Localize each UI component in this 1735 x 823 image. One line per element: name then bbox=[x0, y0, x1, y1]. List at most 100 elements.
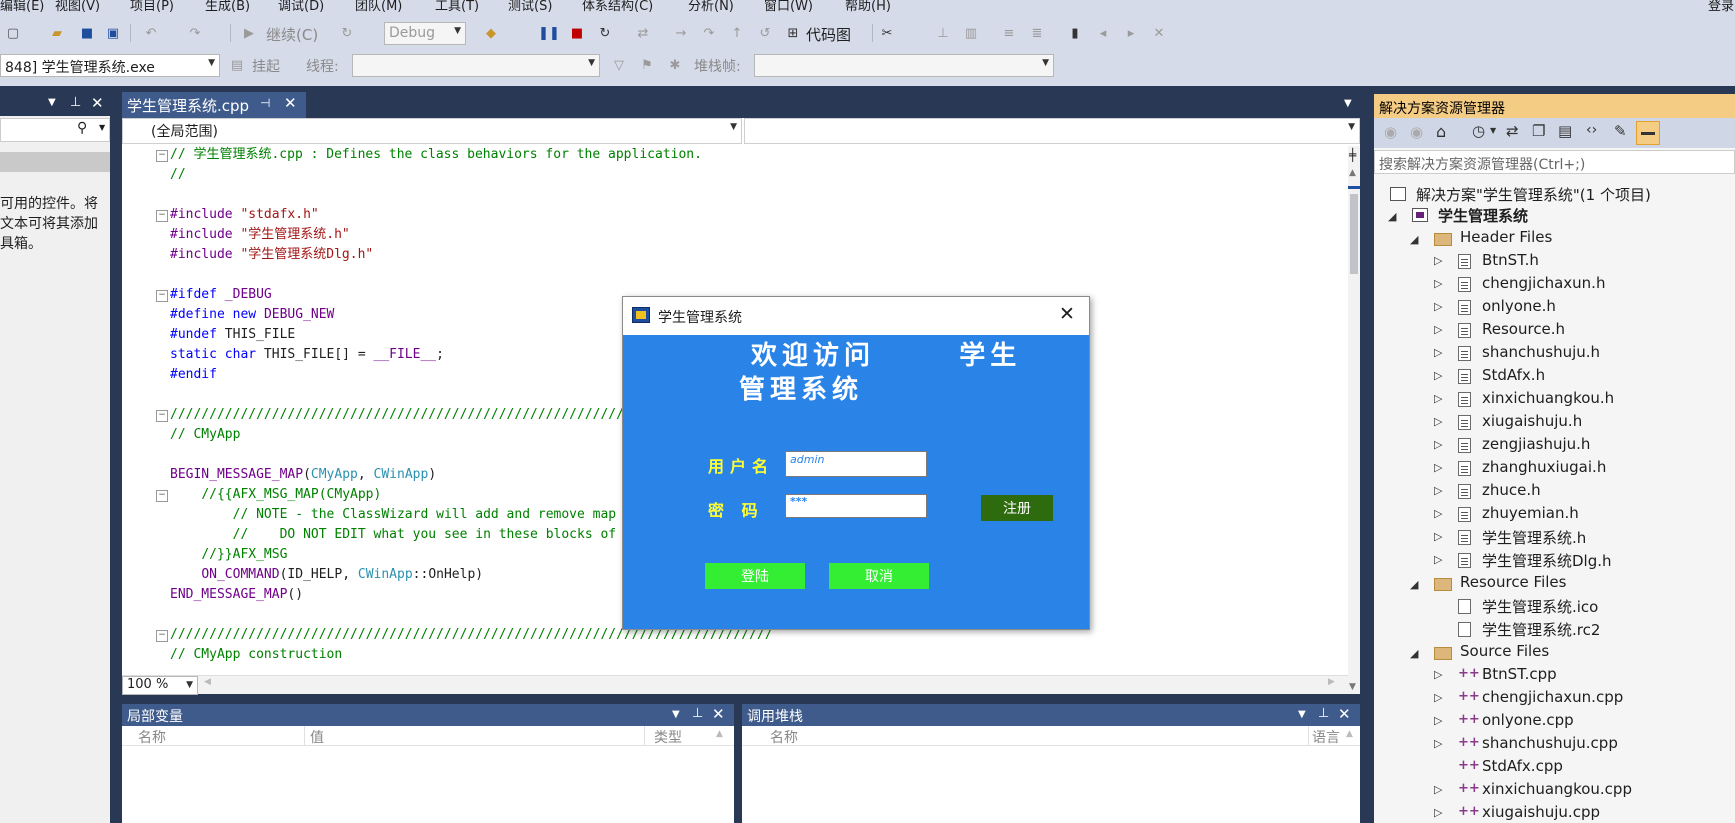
expanded-arrow-icon[interactable]: ◢ bbox=[1410, 233, 1418, 246]
pin-icon[interactable]: ⊥ bbox=[692, 706, 703, 721]
menu-team[interactable]: 团队(M) bbox=[355, 0, 402, 12]
cancel-button[interactable]: 取消 bbox=[829, 563, 929, 589]
filter-icon[interactable]: ▽ bbox=[610, 56, 628, 74]
open-folder-icon[interactable]: ▰ bbox=[48, 24, 66, 42]
file-item[interactable]: chengjichaxun.cpp bbox=[1482, 688, 1623, 706]
menu-edit[interactable]: 编辑(E) bbox=[0, 0, 44, 12]
align-icon[interactable]: ⊥ bbox=[934, 24, 952, 42]
header-files-folder[interactable]: Header Files bbox=[1460, 228, 1552, 246]
scope-combo[interactable]: (全局范围) ▼ bbox=[122, 118, 742, 144]
view-code-icon[interactable]: ‹› bbox=[1586, 122, 1597, 138]
fold-toggle[interactable]: − bbox=[156, 290, 168, 302]
file-item[interactable]: xinxichuangkou.cpp bbox=[1482, 780, 1632, 798]
menu-tools[interactable]: 工具(T) bbox=[435, 0, 479, 12]
scroll-up-icon[interactable]: ▲ bbox=[1346, 729, 1353, 739]
register-button[interactable]: 注册 bbox=[981, 495, 1053, 521]
next-bookmark-icon[interactable]: ▸ bbox=[1122, 24, 1140, 42]
step-over-icon[interactable]: ↷ bbox=[700, 24, 718, 42]
password-input[interactable]: *** bbox=[785, 494, 927, 518]
source-files-folder[interactable]: Source Files bbox=[1460, 642, 1549, 660]
config-combo[interactable]: Debug ▼ bbox=[384, 22, 466, 45]
col-language[interactable]: 语言 bbox=[1312, 727, 1340, 747]
close-icon[interactable]: ✕ bbox=[1059, 303, 1075, 325]
collapsed-arrow-icon[interactable]: ▷ bbox=[1434, 461, 1442, 474]
find-in-files-icon[interactable]: ◆ bbox=[482, 24, 500, 42]
file-item[interactable]: zhuce.h bbox=[1482, 481, 1541, 499]
username-input[interactable]: admin bbox=[785, 451, 927, 477]
hscroll-right-icon[interactable]: ▶ bbox=[1328, 677, 1335, 687]
collapsed-arrow-icon[interactable]: ▷ bbox=[1434, 691, 1442, 704]
col-value[interactable]: 值 bbox=[310, 727, 324, 747]
clear-bookmarks-icon[interactable]: ✕ bbox=[1150, 24, 1168, 42]
collapsed-arrow-icon[interactable]: ▷ bbox=[1434, 346, 1442, 359]
file-item[interactable]: 学生管理系统.ico bbox=[1482, 596, 1598, 617]
layout-icon[interactable]: ▥ bbox=[962, 24, 980, 42]
fold-toggle[interactable]: − bbox=[156, 210, 168, 222]
fold-toggle[interactable]: − bbox=[156, 630, 168, 642]
suspend-button[interactable]: 挂起 bbox=[252, 56, 280, 76]
file-item[interactable]: StdAfx.cpp bbox=[1482, 757, 1563, 775]
collapsed-arrow-icon[interactable]: ▷ bbox=[1434, 668, 1442, 681]
history-icon[interactable]: ◷ bbox=[1472, 122, 1485, 140]
project-node[interactable]: 学生管理系统 bbox=[1438, 205, 1528, 226]
restart-icon[interactable]: ↻ bbox=[338, 24, 356, 42]
lifecycle-icon[interactable]: ▤ bbox=[228, 56, 246, 74]
step-into-icon[interactable]: → bbox=[672, 24, 690, 42]
continue-button[interactable]: 继续(C) bbox=[266, 24, 318, 45]
save-all-icon[interactable]: ▣ bbox=[104, 24, 122, 42]
home-icon[interactable]: ⌂ bbox=[1436, 122, 1446, 141]
file-item[interactable]: shanchushuju.h bbox=[1482, 343, 1600, 361]
pin-icon[interactable]: ⊣ bbox=[260, 96, 270, 110]
file-item[interactable]: onlyone.cpp bbox=[1482, 711, 1574, 729]
collapsed-arrow-icon[interactable]: ▷ bbox=[1434, 553, 1442, 566]
file-item[interactable]: zengjiashuju.h bbox=[1482, 435, 1590, 453]
zoom-combo[interactable]: 100 % ▼ bbox=[122, 676, 198, 695]
pause-icon[interactable]: ❚❚ bbox=[538, 24, 560, 42]
menu-help[interactable]: 帮助(H) bbox=[845, 0, 891, 12]
close-icon[interactable]: ✕ bbox=[712, 705, 725, 723]
step-out-icon[interactable]: ↑ bbox=[728, 24, 746, 42]
scroll-up-icon[interactable]: ▲ bbox=[1349, 168, 1356, 178]
stop-icon[interactable]: ■ bbox=[568, 24, 586, 42]
file-item[interactable]: shanchushuju.cpp bbox=[1482, 734, 1618, 752]
tab-editor-file[interactable]: 学生管理系统.cpp ⊣ ✕ bbox=[122, 92, 306, 118]
editor-vscrollbar[interactable]: ╪ ▲ ▼ bbox=[1348, 146, 1360, 694]
file-item[interactable]: BtnST.cpp bbox=[1482, 665, 1557, 683]
undo-icon[interactable]: ↶ bbox=[142, 24, 160, 42]
save-icon[interactable]: ■ bbox=[78, 24, 96, 42]
menu-build[interactable]: 生成(B) bbox=[205, 0, 250, 12]
pin-icon[interactable]: ⊥ bbox=[70, 95, 81, 110]
redo-icon[interactable]: ↷ bbox=[186, 24, 204, 42]
collapsed-arrow-icon[interactable]: ▷ bbox=[1434, 254, 1442, 267]
close-icon[interactable]: ✕ bbox=[1338, 705, 1351, 723]
thread-combo[interactable]: ▼ bbox=[352, 54, 600, 77]
outdent-icon[interactable]: ≣ bbox=[1028, 24, 1046, 42]
sync-icon[interactable]: ⇄ bbox=[1506, 122, 1519, 140]
properties-icon[interactable]: ✎ bbox=[1614, 122, 1627, 140]
collapsed-arrow-icon[interactable]: ▷ bbox=[1434, 392, 1442, 405]
file-item[interactable]: xiugaishuju.h bbox=[1482, 412, 1582, 430]
file-item[interactable]: StdAfx.h bbox=[1482, 366, 1545, 384]
continue-icon[interactable]: ▶ bbox=[240, 24, 258, 42]
file-item[interactable]: xinxichuangkou.h bbox=[1482, 389, 1614, 407]
collapsed-arrow-icon[interactable]: ▷ bbox=[1434, 806, 1442, 819]
collapsed-arrow-icon[interactable]: ▷ bbox=[1434, 714, 1442, 727]
menu-project[interactable]: 项目(P) bbox=[130, 0, 174, 12]
menu-test[interactable]: 测试(S) bbox=[508, 0, 552, 12]
fold-toggle[interactable]: − bbox=[156, 150, 168, 162]
close-icon[interactable]: ✕ bbox=[284, 94, 297, 112]
preview-toggle-icon[interactable] bbox=[1636, 121, 1660, 145]
stackframe-combo[interactable]: ▼ bbox=[754, 54, 1054, 77]
step-icon[interactable]: ↺ bbox=[756, 24, 774, 42]
toolbox-search-input[interactable]: ⚲ ▼ bbox=[0, 118, 110, 142]
threads-icon[interactable]: ✱ bbox=[666, 56, 684, 74]
file-item[interactable]: zhanghuxiugai.h bbox=[1482, 458, 1606, 476]
back-icon[interactable]: ◉ bbox=[1384, 123, 1397, 141]
file-item[interactable]: 学生管理系统Dlg.h bbox=[1482, 550, 1612, 571]
expanded-arrow-icon[interactable]: ◢ bbox=[1410, 578, 1418, 591]
new-file-icon[interactable]: ▢ bbox=[4, 24, 22, 42]
collapsed-arrow-icon[interactable]: ▷ bbox=[1434, 530, 1442, 543]
indent-icon[interactable]: ≡ bbox=[1000, 24, 1018, 42]
collapsed-arrow-icon[interactable]: ▷ bbox=[1434, 415, 1442, 428]
dropdown-icon[interactable]: ▼ bbox=[48, 97, 56, 108]
